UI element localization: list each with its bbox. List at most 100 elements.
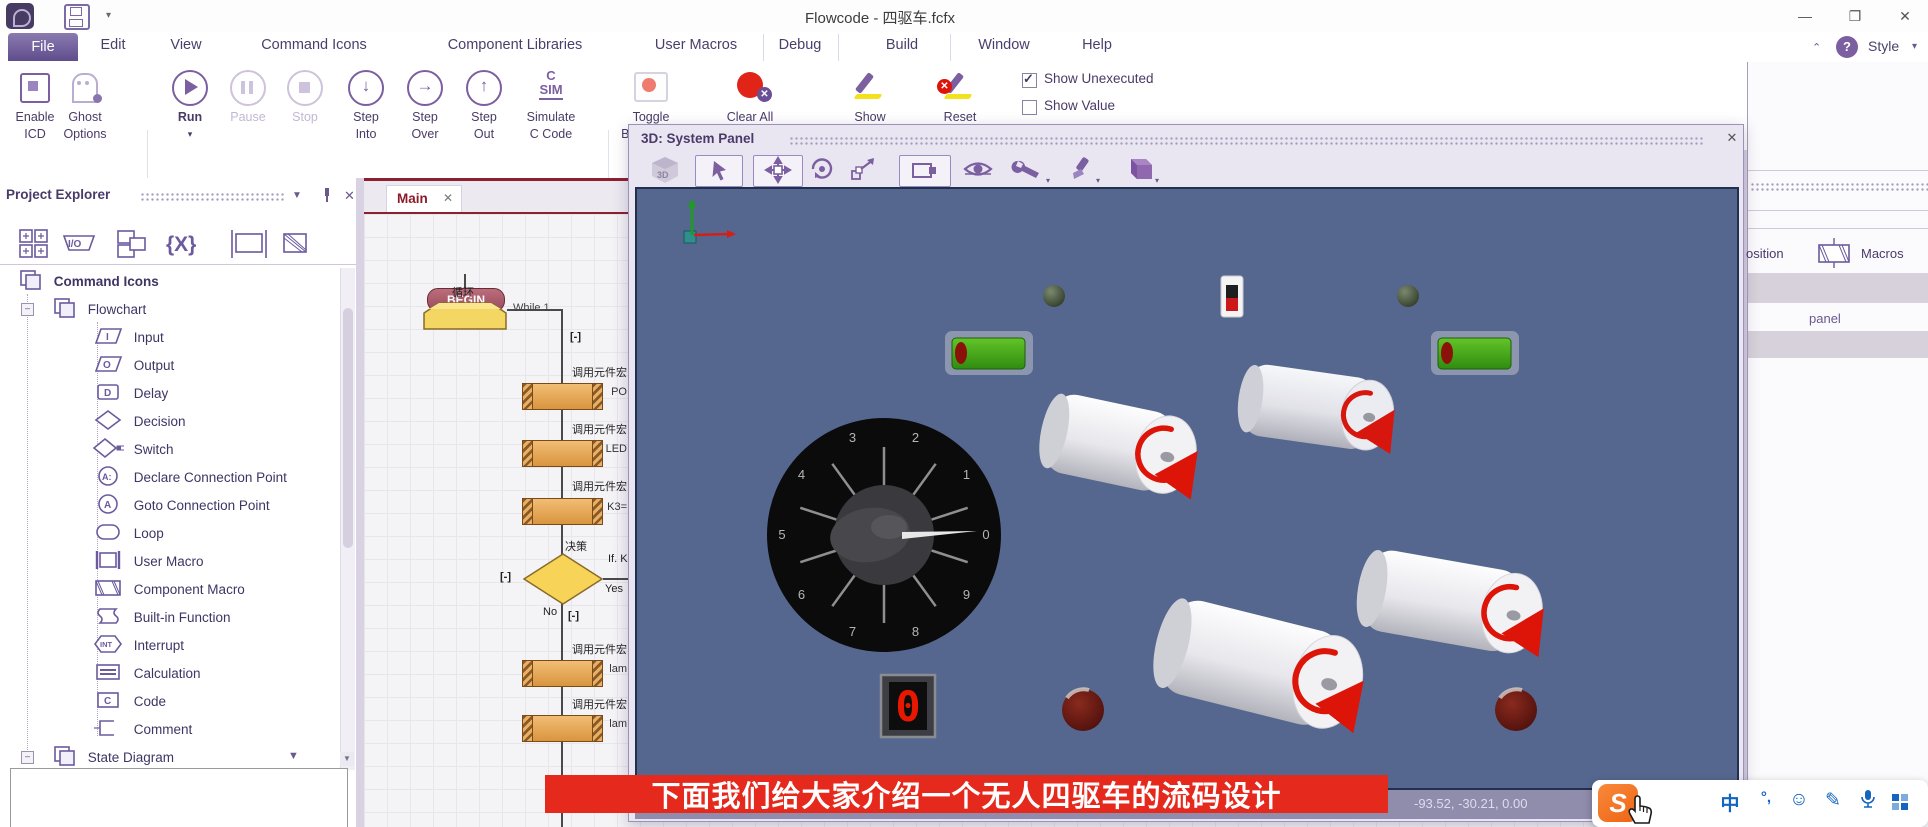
menu-debug[interactable]: Debug (779, 37, 822, 53)
ime-mode-button[interactable]: 中 (1720, 789, 1739, 816)
move-tool-button[interactable] (753, 155, 803, 187)
stop-button[interactable]: Stop (273, 66, 337, 125)
tree-item-input[interactable]: I Input (92, 324, 164, 350)
style-menu[interactable]: Style (1868, 38, 1899, 54)
ime-menu-icon[interactable] (1892, 794, 1908, 810)
led-sphere[interactable] (1397, 285, 1419, 307)
collapse-marker[interactable]: [-] (500, 571, 511, 583)
menu-view[interactable]: View (170, 37, 201, 53)
wheel[interactable] (1062, 689, 1104, 731)
tree-item-flowchart[interactable]: Flowchart (52, 296, 146, 322)
dc-motor[interactable] (1234, 361, 1399, 454)
3d-viewport[interactable]: 0 1 2 3 4 5 6 7 8 9 (635, 187, 1739, 790)
panel-grip[interactable] (1750, 182, 1928, 193)
tree-item-loop[interactable]: Loop (92, 520, 164, 546)
table-row-panel[interactable]: panel (1809, 311, 1841, 326)
tree-dropdown-icon[interactable]: ▼ (288, 750, 299, 762)
position-button[interactable]: osition (1746, 246, 1784, 261)
toggle-switch[interactable] (1221, 276, 1243, 317)
step-out-button[interactable]: ↑ Step Out (452, 66, 516, 142)
menu-user-macros[interactable]: User Macros (655, 37, 737, 53)
step-into-button[interactable]: ↓ Step Into (334, 66, 398, 142)
menu-window[interactable]: Window (978, 37, 1030, 53)
help-icon[interactable]: ? (1836, 36, 1858, 58)
green-led-bar[interactable] (1431, 331, 1519, 375)
tree-item-component-macro[interactable]: Component Macro (92, 576, 245, 602)
tree-item-command-icons[interactable]: Command Icons (18, 268, 159, 294)
close-button[interactable]: ✕ (1890, 4, 1920, 28)
panel-grip[interactable] (789, 136, 1704, 145)
collapse-marker[interactable]: [-] (568, 610, 579, 622)
quick-access-caret-icon[interactable]: ▾ (106, 10, 111, 21)
save-icon[interactable] (64, 4, 90, 30)
flow-decision-node[interactable] (523, 553, 603, 605)
tree-item-output[interactable]: O Output (92, 352, 174, 378)
tree-item-code[interactable]: C Code (92, 688, 166, 714)
tree-item-comment[interactable]: Comment (92, 716, 192, 742)
3d-panel-close-icon[interactable]: ✕ (1723, 129, 1741, 147)
table-row[interactable] (1748, 331, 1928, 358)
led-sphere[interactable] (1043, 285, 1065, 307)
simulate-c-code-button[interactable]: CSIM Simulate C Code (514, 66, 588, 142)
tree-item-delay[interactable]: D Delay (92, 380, 168, 406)
select-tool-button[interactable] (695, 155, 743, 187)
dc-motor[interactable] (1033, 389, 1203, 500)
tree-item-builtin-function[interactable]: Built-in Function (92, 604, 231, 630)
ime-mic-button[interactable] (1861, 789, 1875, 815)
rotary-dial[interactable]: 0 1 2 3 4 5 6 7 8 9 (767, 418, 1001, 652)
ime-pen-button[interactable]: ✎ (1825, 789, 1841, 812)
panel-close-icon[interactable]: ✕ (344, 188, 355, 204)
dc-motor[interactable] (1351, 546, 1548, 659)
minimize-button[interactable]: — (1790, 4, 1820, 28)
tree-item-calculation[interactable]: Calculation (92, 660, 201, 686)
explorer-scrollbar[interactable] (340, 268, 355, 770)
scrollbar-thumb[interactable] (343, 308, 353, 548)
dc-motor[interactable] (1145, 593, 1372, 737)
tree-item-switch[interactable]: Switch (92, 436, 174, 462)
collapse-toggle[interactable]: – (21, 303, 34, 316)
menu-component-libraries[interactable]: Component Libraries (448, 37, 583, 53)
table-row[interactable] (1748, 273, 1928, 303)
step-over-button[interactable]: → Step Over (393, 66, 457, 142)
panel-dropdown-icon[interactable]: ▼ (292, 190, 302, 201)
ghost-options-button[interactable]: Ghost Options (53, 66, 117, 142)
wrench-tool-button[interactable]: ▾ (1008, 155, 1052, 185)
tree-item-user-macro[interactable]: User Macro (92, 548, 204, 574)
pause-button[interactable]: Pause (216, 66, 280, 125)
tab-main[interactable]: Main ✕ (386, 185, 462, 214)
seven-segment-display[interactable]: 0 (881, 675, 935, 737)
collapse-toggle[interactable]: – (21, 751, 34, 764)
rotate-tool-button[interactable] (806, 155, 838, 185)
tree-item-decision[interactable]: Decision (92, 408, 186, 434)
tree-item-goto-connection-point[interactable]: A Goto Connection Point (92, 492, 270, 518)
ime-emoji-button[interactable]: ☺ (1789, 789, 1808, 811)
scale-tool-button[interactable] (847, 155, 881, 185)
restore-button[interactable]: ❐ (1840, 4, 1870, 28)
menu-help[interactable]: Help (1082, 37, 1112, 53)
show-value-checkbox[interactable] (1022, 100, 1037, 115)
style-caret-icon[interactable]: ▾ (1912, 41, 1917, 52)
macros-button[interactable]: Macros (1861, 246, 1904, 261)
menu-edit[interactable]: Edit (101, 37, 126, 53)
menu-file[interactable]: File (8, 33, 78, 61)
panel-grip[interactable] (140, 192, 286, 201)
visibility-eye-icon[interactable] (961, 155, 995, 185)
scrollbar-down-icon[interactable]: ▼ (340, 752, 354, 766)
tree-item-interrupt[interactable]: INT Interrupt (92, 632, 184, 658)
pin-icon[interactable] (322, 188, 332, 202)
collapse-ribbon-icon[interactable]: ⌃ (1812, 41, 1821, 54)
material-cube-button[interactable]: ▾ (1113, 155, 1161, 185)
show-unexecuted-checkbox[interactable] (1022, 73, 1037, 88)
menu-command-icons[interactable]: Command Icons (261, 37, 367, 53)
splitter[interactable] (356, 178, 364, 827)
ime-punctuation-button[interactable]: °, (1761, 789, 1771, 806)
viewport-tool-button[interactable] (899, 155, 951, 187)
brush-tool-button[interactable]: ▾ (1061, 155, 1102, 185)
green-led-bar[interactable] (945, 331, 1033, 375)
wheel[interactable] (1495, 689, 1537, 731)
run-button[interactable]: Run ▾ (158, 66, 222, 142)
tree-item-state-diagram[interactable]: State Diagram (52, 744, 174, 770)
tree-item-declare-connection-point[interactable]: A: Declare Connection Point (92, 464, 287, 490)
menu-build[interactable]: Build (886, 37, 918, 53)
flow-loop-node[interactable] (423, 302, 507, 330)
